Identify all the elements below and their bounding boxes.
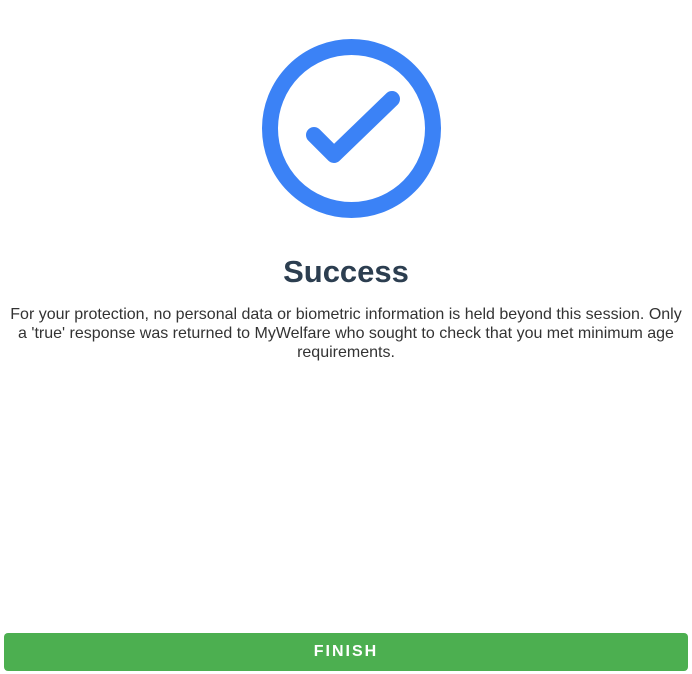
success-message: For your protection, no personal data or… xyxy=(10,306,682,361)
finish-button[interactable]: FINISH xyxy=(4,633,688,671)
check-circle-icon xyxy=(261,38,442,219)
page-title: Success xyxy=(283,254,409,289)
